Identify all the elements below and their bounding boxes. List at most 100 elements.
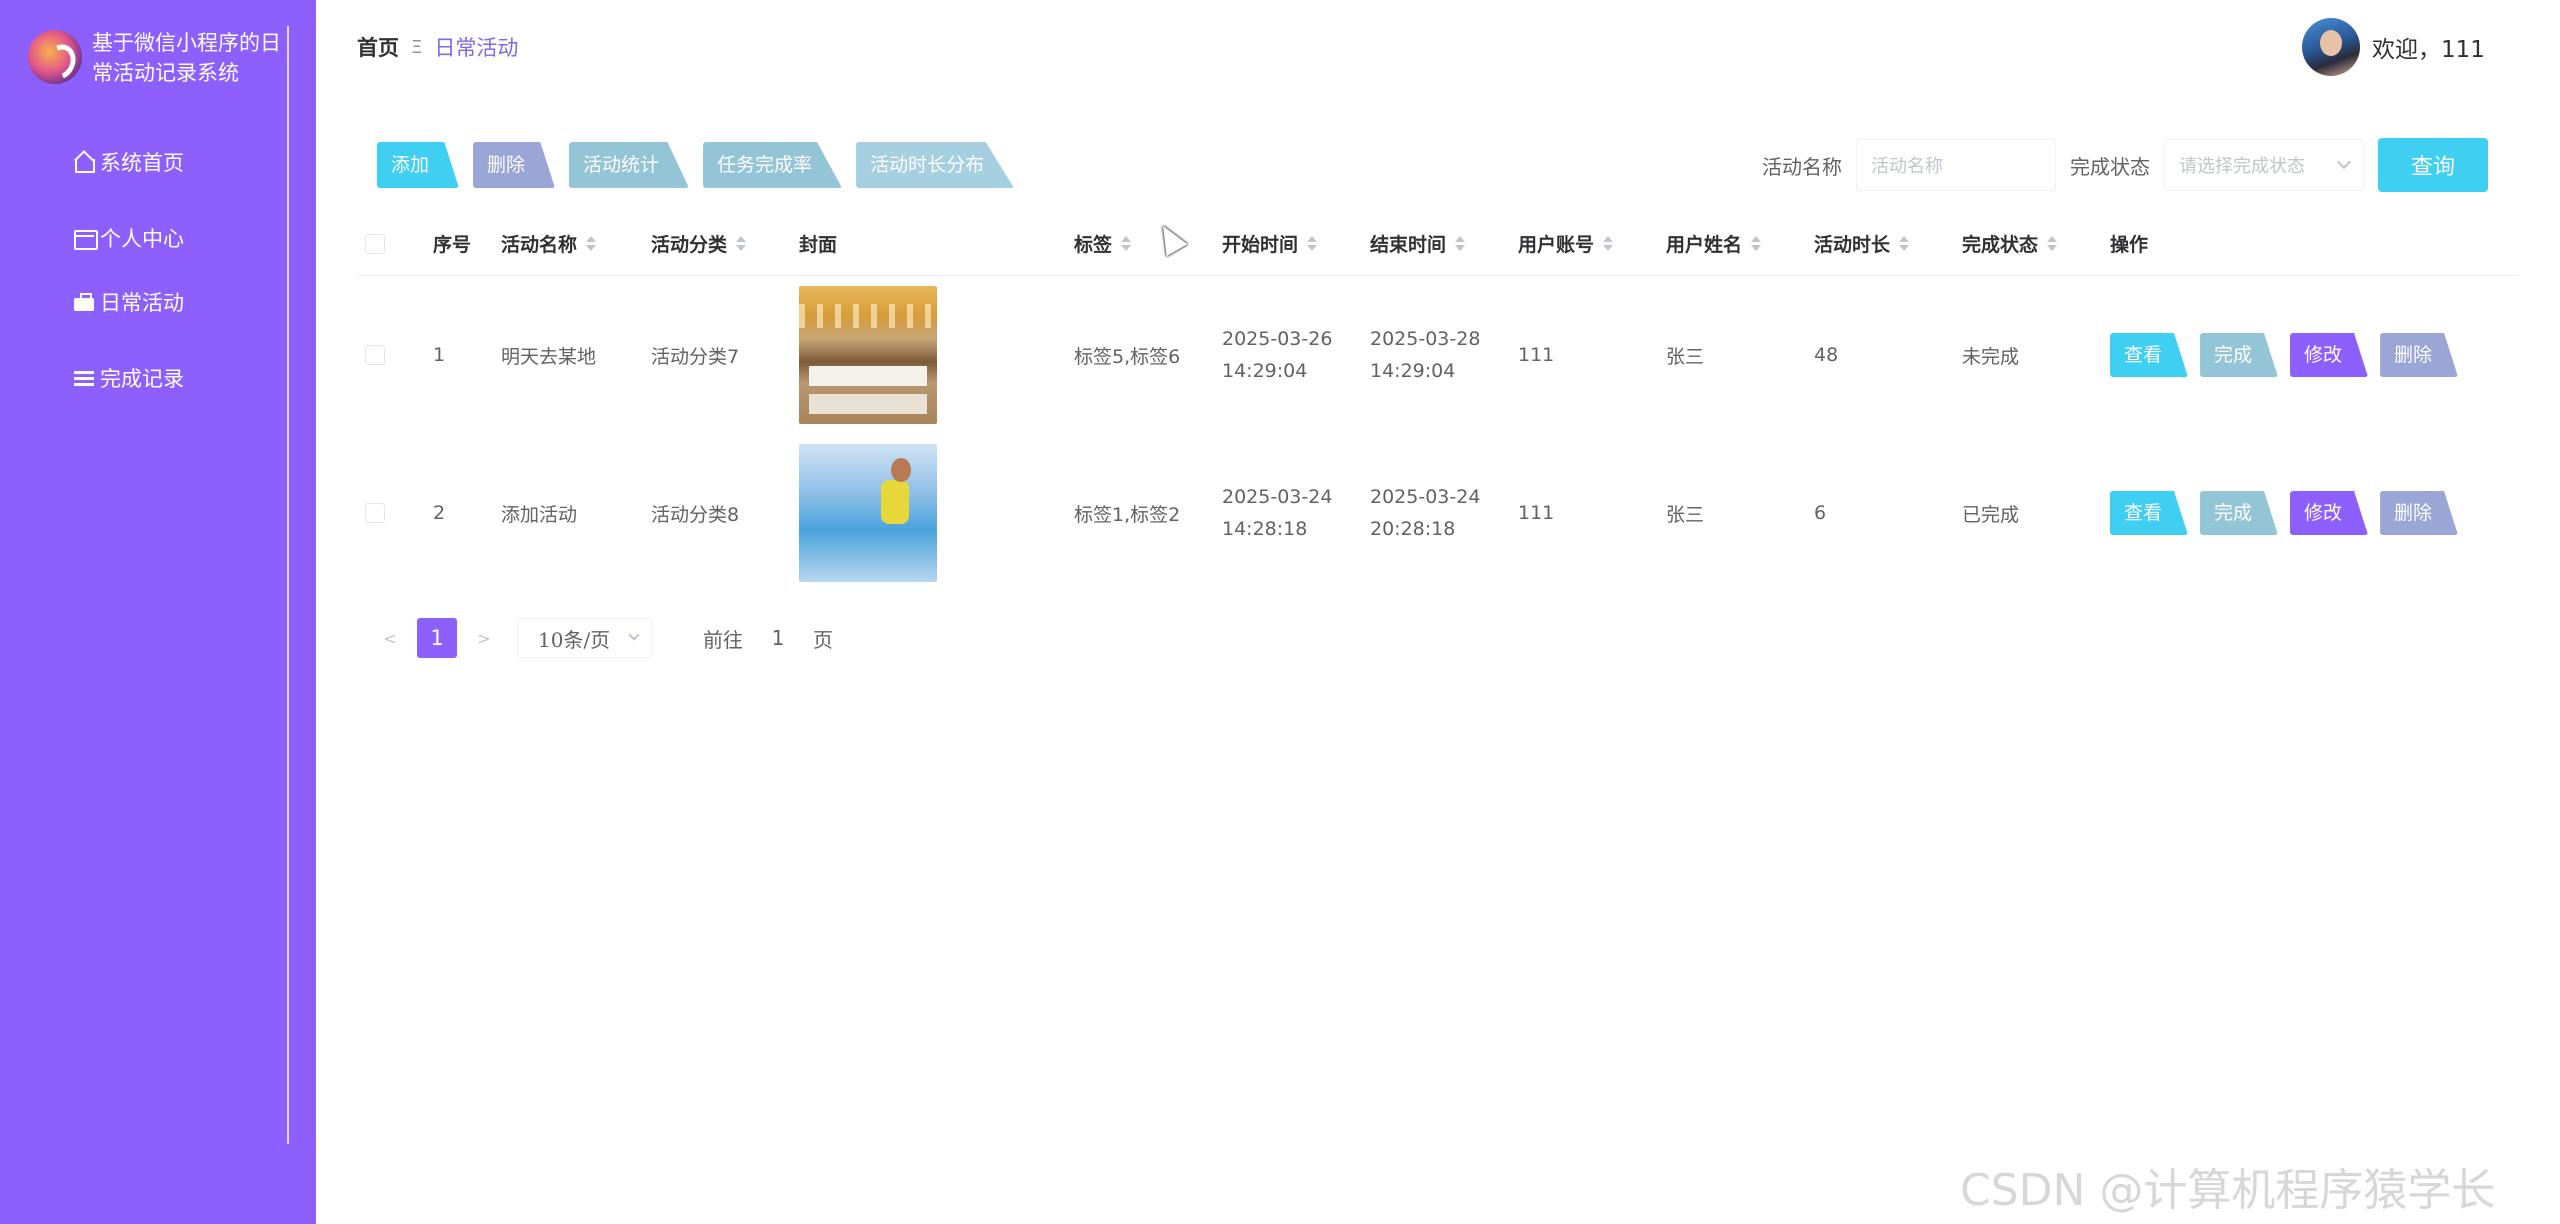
cell-account: 111 xyxy=(1518,502,1555,524)
add-button[interactable]: 添加 xyxy=(377,142,460,188)
select-all-cell xyxy=(357,233,433,254)
table-header: 序号 活动名称 活动分类 封面 标签 开始时间 结束时间 用户账号 用户姓名 活… xyxy=(357,212,2519,276)
page-number-1[interactable]: 1 xyxy=(417,618,457,658)
cover-image[interactable] xyxy=(799,286,937,424)
row-checkbox[interactable] xyxy=(365,345,385,365)
cell-ops: 查看 完成 修改 删除 xyxy=(2110,491,2530,535)
delete-button[interactable]: 删除 xyxy=(473,142,556,188)
goto-suffix: 页 xyxy=(813,627,833,652)
col-label: 操作 xyxy=(2110,234,2149,256)
search-bar: 活动名称 活动名称 完成状态 请选择完成状态 查询 xyxy=(1762,138,2488,192)
list-icon xyxy=(72,366,96,390)
cell-account: 111 xyxy=(1518,344,1555,366)
col-index: 序号 xyxy=(433,230,501,257)
brand: 基于微信小程序的日常活动记录系统 xyxy=(28,28,292,88)
row-select-cell xyxy=(357,503,433,523)
row-checkbox[interactable] xyxy=(365,503,385,523)
sidebar-item-home[interactable]: 系统首页 xyxy=(72,142,184,182)
cell-category: 活动分类8 xyxy=(651,503,740,526)
row-delete-button[interactable]: 删除 xyxy=(2380,491,2459,535)
sort-icon[interactable] xyxy=(1602,235,1614,252)
completion-rate-button[interactable]: 任务完成率 xyxy=(703,142,843,188)
prev-page-button[interactable]: < xyxy=(377,629,403,648)
cell-start: 2025-03-26 14:29:04 xyxy=(1222,323,1370,387)
name-filter-input[interactable]: 活动名称 xyxy=(1856,139,2056,191)
cell-end: 2025-03-24 20:28:18 xyxy=(1370,481,1518,545)
col-label: 封面 xyxy=(799,234,838,256)
activity-stats-button[interactable]: 活动统计 xyxy=(569,142,690,188)
col-user[interactable]: 用户姓名 xyxy=(1666,230,1814,257)
logo-icon xyxy=(28,30,82,84)
col-label: 标签 xyxy=(1074,234,1113,256)
sidebar-item-records[interactable]: 完成记录 xyxy=(72,358,184,398)
col-duration[interactable]: 活动时长 xyxy=(1814,230,1962,257)
cell-name: 明天去某地 xyxy=(501,345,597,368)
sort-icon[interactable] xyxy=(1454,235,1466,252)
col-label: 用户账号 xyxy=(1518,234,1595,256)
sort-icon[interactable] xyxy=(2046,235,2058,252)
sort-icon[interactable] xyxy=(1750,235,1762,252)
view-button[interactable]: 查看 xyxy=(2110,333,2189,377)
activity-table: 序号 活动名称 活动分类 封面 标签 开始时间 结束时间 用户账号 用户姓名 活… xyxy=(357,212,2519,592)
cell-duration: 6 xyxy=(1814,502,1827,524)
chevron-down-icon xyxy=(2336,154,2352,170)
col-label: 用户姓名 xyxy=(1666,234,1743,256)
cover-image[interactable] xyxy=(799,444,937,582)
sidebar-item-activities[interactable]: 日常活动 xyxy=(72,282,184,322)
col-label: 完成状态 xyxy=(1962,234,2039,256)
user-menu[interactable]: 欢迎，111 xyxy=(2302,18,2485,76)
edit-button[interactable]: 修改 xyxy=(2290,491,2369,535)
sidebar-item-profile[interactable]: 个人中心 xyxy=(72,218,184,258)
row-delete-button[interactable]: 删除 xyxy=(2380,333,2459,377)
col-label: 活动名称 xyxy=(501,234,578,256)
edit-button[interactable]: 修改 xyxy=(2290,333,2369,377)
view-button[interactable]: 查看 xyxy=(2110,491,2189,535)
col-end[interactable]: 结束时间 xyxy=(1370,230,1518,257)
col-tags[interactable]: 标签 xyxy=(1074,230,1222,257)
cell-status: 未完成 xyxy=(1962,345,2020,368)
cell-cover xyxy=(799,444,1074,582)
col-account[interactable]: 用户账号 xyxy=(1518,230,1666,257)
cell-index: 2 xyxy=(433,502,446,524)
status-filter-select[interactable]: 请选择完成状态 xyxy=(2164,139,2364,191)
cell-ops: 查看 完成 修改 删除 xyxy=(2110,333,2530,377)
sort-icon[interactable] xyxy=(1120,235,1132,252)
col-start[interactable]: 开始时间 xyxy=(1222,230,1370,257)
col-label: 序号 xyxy=(433,234,472,256)
sidebar: 基于微信小程序的日常活动记录系统 系统首页 个人中心 日常活动 完成记录 xyxy=(0,0,316,1224)
start-time: 2025-03-24 14:28:18 xyxy=(1222,486,1333,540)
duration-distribution-button[interactable]: 活动时长分布 xyxy=(856,142,1015,188)
col-ops: 操作 xyxy=(2110,230,2530,257)
breadcrumb-current: 日常活动 xyxy=(434,36,519,60)
query-button[interactable]: 查询 xyxy=(2378,138,2488,192)
sort-icon[interactable] xyxy=(585,235,597,252)
sort-icon[interactable] xyxy=(735,235,747,252)
table-row: 2 添加活动 活动分类8 标签1,标签2 2025-03-24 14:28:18… xyxy=(357,434,2519,592)
cell-user: 张三 xyxy=(1666,503,1705,526)
breadcrumb-home[interactable]: 首页 xyxy=(357,32,399,62)
sort-icon[interactable] xyxy=(1306,235,1318,252)
name-filter-label: 活动名称 xyxy=(1762,154,1842,179)
complete-button[interactable]: 完成 xyxy=(2200,333,2279,377)
start-time: 2025-03-26 14:29:04 xyxy=(1222,328,1333,382)
select-all-checkbox[interactable] xyxy=(365,233,385,254)
cell-start: 2025-03-24 14:28:18 xyxy=(1222,481,1370,545)
goto-page-input[interactable]: 1 xyxy=(749,618,807,658)
sidebar-item-label: 日常活动 xyxy=(100,291,184,315)
col-category[interactable]: 活动分类 xyxy=(651,230,799,257)
avatar[interactable] xyxy=(2302,18,2360,76)
breadcrumb-separator: Ξ xyxy=(411,36,423,58)
complete-button[interactable]: 完成 xyxy=(2200,491,2279,535)
cell-user: 张三 xyxy=(1666,345,1705,368)
sort-icon[interactable] xyxy=(1898,235,1910,252)
sidebar-menu: 系统首页 个人中心 日常活动 完成记录 xyxy=(72,142,184,398)
cell-name: 添加活动 xyxy=(501,503,578,526)
sidebar-item-label: 完成记录 xyxy=(100,367,184,391)
col-label: 活动时长 xyxy=(1814,234,1891,256)
pagination: < 1 > 10条/页 前往 1 页 xyxy=(377,618,833,658)
page-size-select[interactable]: 10条/页 xyxy=(517,618,653,658)
col-label: 开始时间 xyxy=(1222,234,1299,256)
next-page-button[interactable]: > xyxy=(471,629,497,648)
col-status[interactable]: 完成状态 xyxy=(1962,230,2110,257)
col-name[interactable]: 活动名称 xyxy=(501,230,651,257)
